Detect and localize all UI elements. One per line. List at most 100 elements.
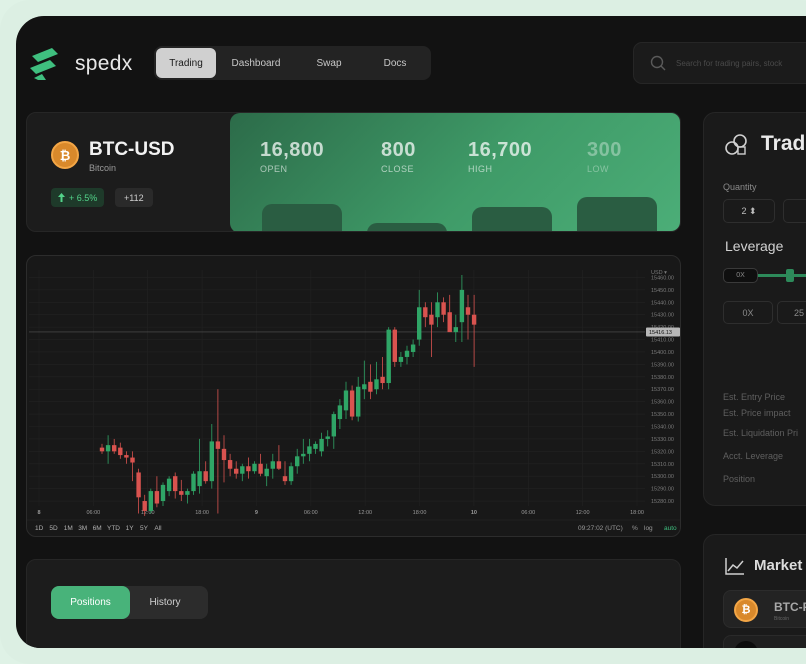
candle-body	[179, 491, 184, 495]
scale-option[interactable]: log	[644, 525, 653, 532]
candlestick-chart[interactable]: 15460.0015450.0015440.0015430.0015420.00…	[27, 256, 681, 537]
range-button[interactable]: 1M	[64, 525, 73, 532]
y-tick-label: 15410.00	[651, 338, 674, 344]
scale-option[interactable]: auto	[664, 525, 677, 532]
market-row-name: BTC-F	[774, 600, 806, 614]
bitcoin-coin-icon: ₿	[734, 598, 758, 622]
stat-low-value: 300	[587, 139, 622, 161]
y-tick-label: 15290.00	[651, 487, 674, 493]
market-row-sub: Bitcoin	[774, 616, 790, 622]
candle-body	[356, 386, 361, 417]
x-tick-label: 18:00	[413, 510, 427, 516]
x-tick-label: 06:00	[304, 510, 318, 516]
market-row[interactable]	[723, 635, 806, 648]
tab-docs[interactable]: Docs	[362, 48, 428, 78]
stat-high-label: HIGH	[468, 164, 493, 174]
candle-body	[191, 473, 196, 492]
candle-body	[124, 455, 129, 458]
change-value: + 6.5%	[69, 192, 98, 203]
candle-body	[423, 307, 428, 318]
tab-trading[interactable]: Trading	[156, 48, 216, 78]
leverage-slider[interactable]	[758, 274, 806, 277]
candle-body	[331, 414, 336, 437]
stat-bar	[262, 204, 342, 231]
stat-high: 16,700 HIGH	[468, 139, 532, 174]
candle-body	[240, 466, 245, 474]
search-input[interactable]: Search for trading pairs, stock	[633, 42, 806, 84]
leverage-option-25[interactable]: 25	[777, 301, 806, 324]
y-tick-label: 15430.00	[651, 313, 674, 319]
candle-body	[374, 379, 379, 390]
clock-label: 09:27:02 (UTC)	[578, 525, 623, 532]
candle-body	[362, 384, 367, 390]
candle-body	[301, 453, 306, 457]
candle-body	[130, 457, 135, 463]
positions-tabs: Positions History	[51, 586, 208, 619]
candle-body	[105, 445, 111, 452]
range-button[interactable]: All	[154, 525, 162, 532]
range-button[interactable]: 3M	[78, 525, 87, 532]
range-button[interactable]: 5Y	[140, 525, 149, 532]
tab-positions[interactable]: Positions	[51, 586, 130, 619]
range-button[interactable]: 1D	[35, 525, 44, 532]
brand-name: spedx	[75, 52, 133, 75]
stat-low-label: LOW	[587, 164, 610, 174]
leverage-badge: 0X	[723, 268, 758, 283]
candle-body	[380, 376, 385, 384]
quantity-stepper[interactable]: 2 ⬍	[723, 199, 775, 223]
tab-swap[interactable]: Swap	[296, 48, 362, 78]
bitcoin-coin-icon: ₿	[51, 141, 79, 169]
leverage-option-0x[interactable]: 0X	[723, 301, 773, 324]
price-chart[interactable]: 15460.0015450.0015440.0015430.0015420.00…	[26, 255, 681, 537]
market-title: Market	[754, 557, 803, 574]
candle-body	[441, 302, 446, 315]
position-label: Position	[723, 474, 756, 484]
y-tick-label: 15460.00	[651, 275, 674, 281]
stat-open: 16,800 OPEN	[260, 139, 324, 174]
candle-body	[368, 381, 373, 392]
y-tick-label: 15320.00	[651, 449, 674, 455]
pair-symbol: BTC-USD	[89, 139, 175, 160]
stat-high-value: 16,700	[468, 139, 533, 161]
scale-option[interactable]: %	[632, 525, 638, 532]
candle-body	[246, 466, 251, 472]
market-row[interactable]: ₿ BTC-F Bitcoin	[723, 590, 806, 628]
stat-open-value: 16,800	[260, 139, 325, 161]
candle-body	[453, 327, 458, 333]
y-tick-label: 15280.00	[651, 499, 674, 505]
tab-dashboard[interactable]: Dashboard	[216, 48, 296, 78]
quantity-field-2[interactable]	[783, 199, 806, 223]
candle-body	[435, 302, 440, 318]
ticker-card: ₿ BTC-USD Bitcoin + 6.5% +112 16,800 OPE…	[26, 112, 681, 232]
range-button[interactable]: YTD	[107, 525, 120, 532]
line-chart-icon	[725, 558, 744, 575]
candle-body	[118, 447, 123, 456]
pair-name: Bitcoin	[89, 163, 117, 173]
x-tick-label: 06:00	[521, 510, 535, 516]
tab-history[interactable]: History	[130, 586, 200, 619]
candle-body	[392, 329, 397, 362]
candle-body	[325, 436, 330, 439]
candle-body	[288, 466, 294, 482]
candle-body	[148, 491, 153, 511]
y-tick-label: 15370.00	[651, 387, 674, 393]
range-button[interactable]: 1Y	[126, 525, 135, 532]
est-liquidation-price: Est. Liquidation Pri	[723, 428, 799, 438]
candle-body	[429, 314, 434, 325]
stat-bar	[577, 197, 657, 231]
candle-body	[197, 471, 202, 487]
candle-body	[209, 441, 214, 482]
stat-bar	[472, 207, 552, 231]
candle-body	[282, 476, 288, 482]
candle-body	[386, 329, 391, 384]
range-button[interactable]: 6M	[93, 525, 102, 532]
leverage-slider-thumb[interactable]	[786, 269, 794, 282]
range-button[interactable]: 5D	[49, 525, 58, 532]
stat-bar	[367, 223, 447, 231]
trade-title: Trad	[761, 132, 806, 155]
leverage-label: Leverage	[725, 238, 784, 254]
stat-low: 300 LOW	[587, 139, 622, 174]
x-tick-label: 18:00	[630, 510, 644, 516]
currency-label: USD ▾	[651, 270, 667, 276]
candle-body	[258, 463, 263, 474]
